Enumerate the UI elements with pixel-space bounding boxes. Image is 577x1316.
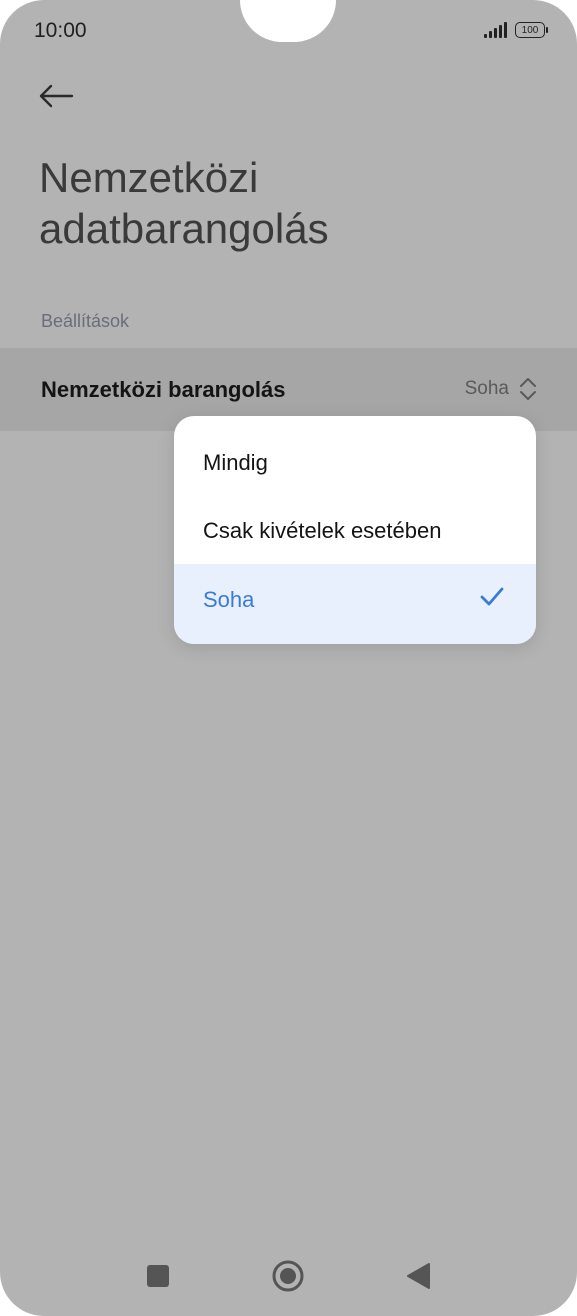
battery-level: 100 bbox=[521, 25, 539, 36]
option-label: Mindig bbox=[203, 450, 268, 475]
arrow-left-icon bbox=[39, 84, 74, 108]
option-label: Soha bbox=[203, 587, 255, 612]
home-icon bbox=[272, 1260, 304, 1292]
chevron-up-down-icon bbox=[520, 378, 536, 400]
recent-apps-icon bbox=[147, 1265, 169, 1287]
setting-label: Nemzetközi barangolás bbox=[41, 377, 286, 402]
setting-value: Soha bbox=[464, 378, 509, 399]
status-bar: 10:00 100 bbox=[0, 0, 577, 64]
recent-apps-button[interactable] bbox=[136, 1256, 180, 1296]
signal-icon bbox=[484, 22, 507, 38]
option-label: Csak kivételek esetében bbox=[203, 518, 442, 543]
option-soha[interactable]: Soha bbox=[174, 564, 536, 644]
status-time: 10:00 bbox=[34, 19, 87, 42]
roaming-options-dropdown: Mindig Csak kivételek esetében Soha bbox=[174, 416, 536, 644]
option-csak-kivetelek[interactable]: Csak kivételek esetében bbox=[174, 498, 536, 566]
battery-icon: 100 bbox=[515, 22, 548, 38]
navigation-bar bbox=[0, 1236, 577, 1316]
back-nav-button[interactable] bbox=[396, 1256, 440, 1296]
status-icons: 100 bbox=[484, 22, 548, 38]
phone-screen: 10:00 100 Nemzetközi adatbarangolás Beál… bbox=[0, 0, 577, 1316]
back-icon bbox=[407, 1263, 430, 1289]
section-header: Beállítások bbox=[41, 311, 130, 331]
page-title: Nemzetközi adatbarangolás bbox=[39, 154, 329, 252]
back-button[interactable] bbox=[36, 78, 76, 114]
home-button[interactable] bbox=[266, 1256, 310, 1296]
option-mindig[interactable]: Mindig bbox=[174, 430, 536, 498]
check-icon bbox=[480, 587, 504, 606]
